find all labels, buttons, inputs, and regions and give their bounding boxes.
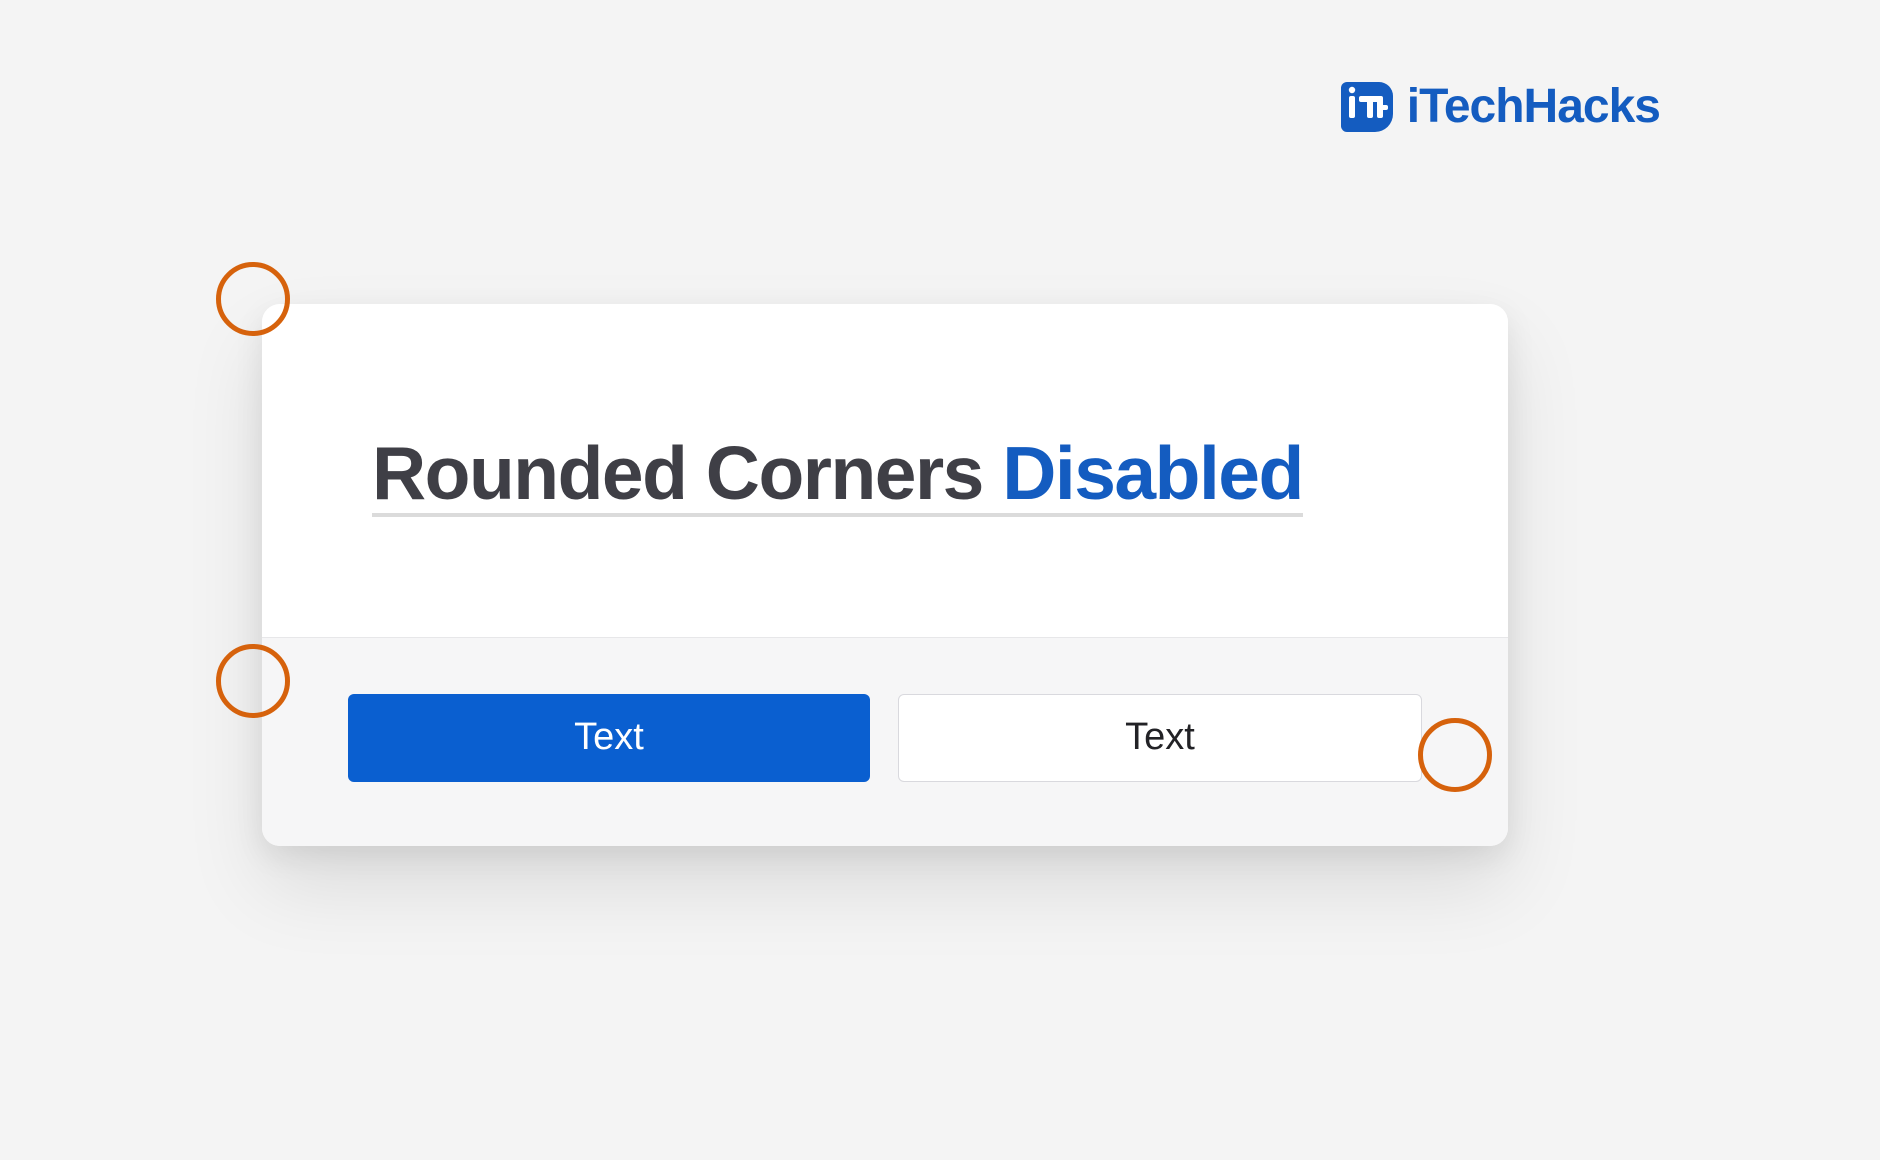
dialog-title: Rounded Corners Disabled: [372, 434, 1303, 517]
dialog-title-text: Rounded Corners: [372, 431, 1002, 515]
dialog-footer: Text Text: [262, 638, 1508, 846]
primary-button[interactable]: Text: [348, 694, 870, 782]
brand-watermark: iTechHacks: [1339, 78, 1660, 134]
brand-badge-icon: [1339, 78, 1395, 134]
dialog-header: Rounded Corners Disabled: [262, 304, 1508, 638]
secondary-button[interactable]: Text: [898, 694, 1422, 782]
dialog-title-status: Disabled: [1002, 431, 1303, 515]
brand-name: iTechHacks: [1407, 79, 1660, 134]
dialog-window: Rounded Corners Disabled Text Text: [262, 304, 1508, 846]
